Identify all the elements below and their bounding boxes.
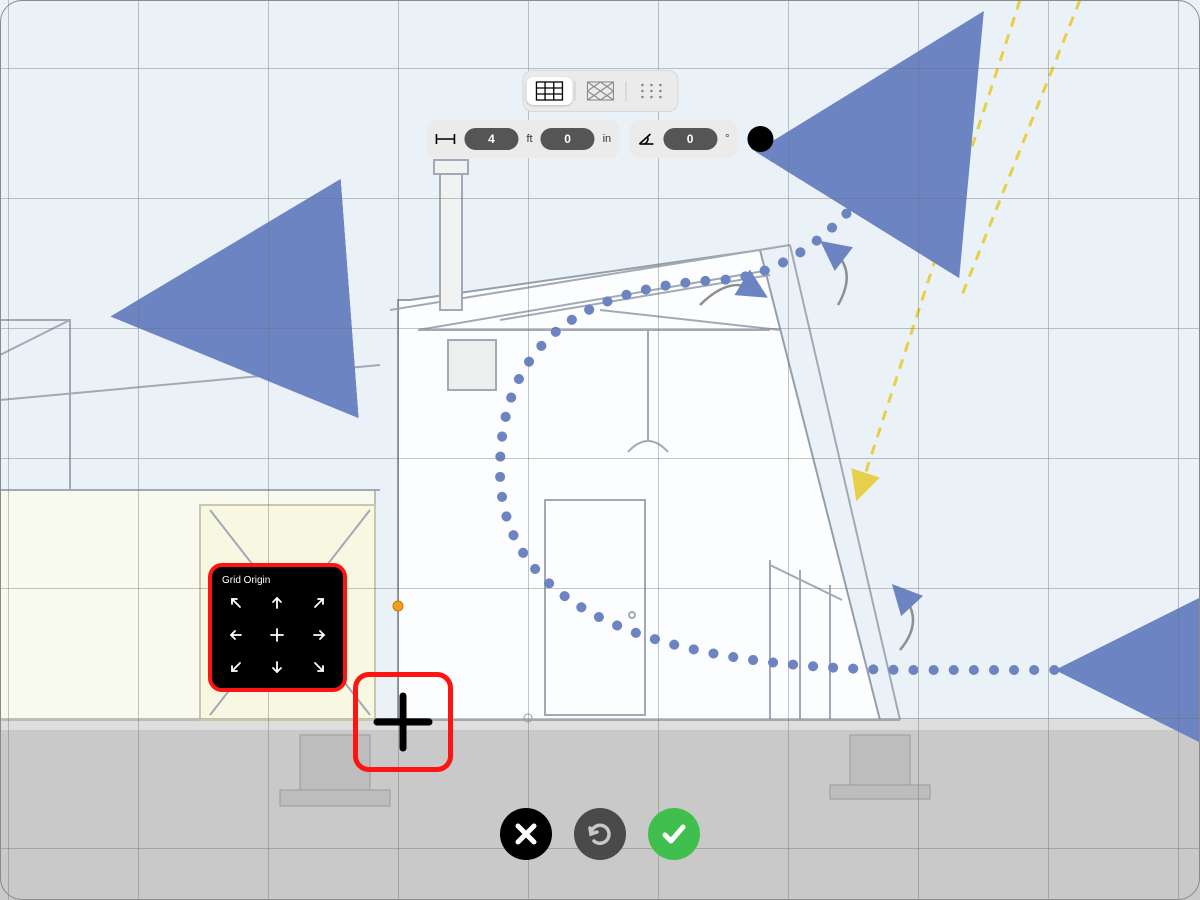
origin-marker-highlight[interactable] <box>353 672 453 772</box>
grid-type-segmented <box>522 70 678 112</box>
dimension-icon <box>434 133 456 145</box>
top-toolbar: 4 ft 0 in 0 ° <box>426 70 773 158</box>
origin-up-right[interactable] <box>303 592 335 614</box>
origin-down-left[interactable] <box>220 656 252 678</box>
origin-center[interactable] <box>262 624 294 646</box>
grid-origin-title: Grid Origin <box>222 575 335 586</box>
inches-unit: in <box>603 133 612 145</box>
angle-icon <box>637 132 655 146</box>
origin-down-right[interactable] <box>303 656 335 678</box>
grid-type-isometric[interactable] <box>577 77 623 105</box>
close-icon <box>512 820 540 848</box>
feet-value[interactable]: 4 <box>464 128 518 150</box>
origin-up-left[interactable] <box>220 592 252 614</box>
reset-button[interactable] <box>574 808 626 860</box>
angle-value[interactable]: 0 <box>663 128 717 150</box>
origin-right[interactable] <box>303 624 335 646</box>
feet-unit: ft <box>526 133 532 145</box>
bottom-action-bar <box>500 808 700 860</box>
refresh-icon <box>585 819 615 849</box>
origin-left[interactable] <box>220 624 252 646</box>
grid-type-square[interactable] <box>526 77 572 105</box>
grid-spacing-control: 4 ft 0 in <box>426 120 619 158</box>
origin-down[interactable] <box>262 656 294 678</box>
dimension-row: 4 ft 0 in 0 ° <box>426 120 773 158</box>
grid-type-dots[interactable] <box>628 77 674 105</box>
inches-value[interactable]: 0 <box>541 128 595 150</box>
check-icon <box>659 819 689 849</box>
angle-unit: ° <box>725 133 729 145</box>
confirm-button[interactable] <box>648 808 700 860</box>
grid-origin-popover: Grid Origin <box>208 563 347 692</box>
plus-icon <box>371 690 435 754</box>
grid-anchor-dot[interactable] <box>393 601 403 611</box>
grid-color-swatch[interactable] <box>748 126 774 152</box>
origin-up[interactable] <box>262 592 294 614</box>
grid-angle-control: 0 ° <box>629 120 737 158</box>
cancel-button[interactable] <box>500 808 552 860</box>
